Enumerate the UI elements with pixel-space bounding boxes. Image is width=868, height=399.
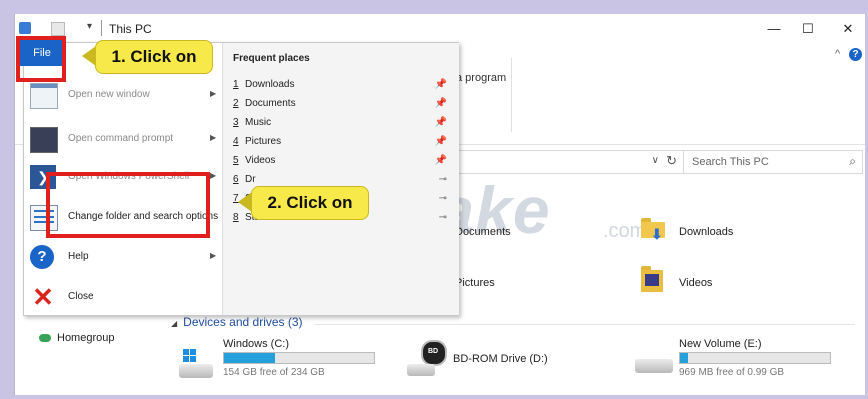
place-name: Music: [245, 117, 272, 128]
unpinned-icon[interactable]: ⊸: [439, 212, 447, 223]
pin-icon[interactable]: 📌: [435, 136, 447, 147]
window-title: This PC: [109, 22, 152, 36]
frequent-place-videos[interactable]: 5 Videos 📌: [233, 155, 453, 171]
place-number: 8: [233, 212, 239, 223]
drive-e-name[interactable]: New Volume (E:): [679, 338, 762, 350]
refresh-icon[interactable]: ↻: [666, 153, 677, 169]
place-number: 2: [233, 98, 239, 109]
command-prompt-icon: [30, 127, 58, 153]
bd-logo-icon: BD: [428, 348, 439, 355]
menu-item-open-command-prompt[interactable]: Open command prompt ▶: [24, 121, 222, 157]
drive-c-usage-bar: [223, 352, 375, 364]
watermark-suffix: .com: [603, 220, 647, 242]
submenu-arrow-icon: ▶: [210, 133, 217, 142]
explorer-app-icon: [19, 22, 31, 34]
help-icon[interactable]: ?: [849, 48, 862, 61]
devices-section-title: Devices and drives (3): [183, 315, 303, 329]
submenu-arrow-icon: ▶: [210, 251, 217, 260]
menu-label: Open new window: [68, 89, 150, 100]
drive-d-name[interactable]: BD-ROM Drive (D:): [453, 353, 548, 365]
pin-icon[interactable]: 📌: [435, 79, 447, 90]
folder-label-downloads[interactable]: Downloads: [679, 226, 733, 238]
navigation-pane: [15, 314, 165, 395]
highlight-box-file: [16, 36, 66, 82]
folder-label-pictures[interactable]: Pictures: [455, 277, 495, 289]
callout-pointer: [82, 46, 96, 66]
quick-access-dropdown-icon[interactable]: ▾: [87, 21, 92, 32]
videos-folder-icon[interactable]: [641, 266, 663, 292]
screenshot-frame: ▾ This PC — ☐ ✕ ^ ? a program ∨ ↻ Search…: [0, 0, 868, 399]
ribbon-collapse-icon[interactable]: ^: [835, 48, 840, 60]
folder-label-documents[interactable]: Documents: [455, 226, 511, 238]
unpinned-icon[interactable]: ⊸: [439, 174, 447, 185]
frequent-place-music[interactable]: 3 Music 📌: [233, 117, 453, 133]
ribbon-separator: [511, 58, 512, 132]
place-name: Pictures: [245, 136, 282, 147]
place-number: 5: [233, 155, 239, 166]
folder-label-videos[interactable]: Videos: [679, 277, 712, 289]
homegroup-label: Homegroup: [57, 332, 115, 344]
close-window-button[interactable]: ✕: [833, 18, 863, 40]
callout-step-1: 1. Click on: [95, 40, 213, 74]
drive-e-free-space: 969 MB free of 0.99 GB: [679, 367, 785, 378]
pin-icon[interactable]: 📌: [435, 117, 447, 128]
menu-label: Help: [68, 251, 89, 262]
highlight-box-folder-options: [46, 172, 210, 238]
nav-item-homegroup[interactable]: Homegroup: [39, 332, 114, 344]
place-number: 4: [233, 136, 239, 147]
search-icon[interactable]: ⌕: [849, 154, 856, 169]
drive-c-icon[interactable]: [179, 364, 213, 378]
drive-c-usage-fill: [224, 353, 275, 363]
frequent-place-pictures[interactable]: 4 Pictures 📌: [233, 136, 453, 152]
menu-label: Close: [68, 291, 94, 302]
callout-step-2: 2. Click on: [251, 186, 369, 220]
submenu-arrow-icon: ▶: [210, 171, 217, 180]
place-name: Documents: [245, 98, 296, 109]
place-number: 3: [233, 117, 239, 128]
section-divider: [315, 324, 855, 325]
maximize-button[interactable]: ☐: [793, 18, 823, 40]
search-placeholder: Search This PC: [692, 156, 769, 168]
collapse-arrow-icon[interactable]: ◢: [171, 319, 177, 328]
drive-c-name[interactable]: Windows (C:): [223, 338, 289, 350]
place-number: 1: [233, 79, 239, 90]
frequent-places-title: Frequent places: [233, 53, 310, 64]
place-name: Dr: [245, 174, 256, 185]
ribbon-uninstall-program-label[interactable]: a program: [456, 72, 506, 84]
unpinned-icon[interactable]: ⊸: [439, 193, 447, 204]
devices-section-header[interactable]: ◢ Devices and drives (3): [171, 315, 303, 329]
frequent-place-downloads[interactable]: 1 Downloads 📌: [233, 79, 453, 95]
drive-c-free-space: 154 GB free of 234 GB: [223, 367, 325, 378]
pin-icon[interactable]: 📌: [435, 98, 447, 109]
drive-e-usage-bar: [679, 352, 831, 364]
menu-item-help[interactable]: ? Help ▶: [24, 239, 222, 275]
menu-item-open-new-window[interactable]: Open new window ▶: [24, 77, 222, 113]
drive-e-icon[interactable]: [635, 359, 673, 373]
place-name: Videos: [245, 155, 276, 166]
frequent-places-panel: Frequent places 1 Downloads 📌 2 Documents 📌 …: [222, 43, 459, 315]
close-icon: ✕: [32, 282, 54, 312]
place-name: Downloads: [245, 79, 295, 90]
callout-pointer: [238, 192, 252, 212]
title-separator: [101, 20, 102, 36]
frequent-place-documents[interactable]: 2 Documents 📌: [233, 98, 453, 114]
new-window-icon: [30, 83, 58, 109]
downloads-folder-icon[interactable]: ⬇: [641, 218, 665, 242]
address-dropdown-icon[interactable]: ∨: [652, 155, 659, 166]
pin-icon[interactable]: 📌: [435, 155, 447, 166]
place-number: 6: [233, 174, 239, 185]
quick-access-properties-icon[interactable]: [51, 22, 65, 36]
drive-d-icon[interactable]: [407, 364, 435, 376]
menu-label: Open command prompt: [68, 133, 174, 144]
menu-item-close[interactable]: ✕ Close: [24, 279, 222, 315]
windows-logo-icon: [183, 349, 197, 363]
homegroup-icon: [39, 334, 51, 343]
address-bar[interactable]: ∨ ↻: [456, 150, 684, 174]
help-icon: ?: [30, 245, 54, 269]
search-input[interactable]: Search This PC ⌕: [683, 150, 863, 174]
minimize-button[interactable]: —: [759, 18, 789, 40]
submenu-arrow-icon: ▶: [210, 89, 217, 98]
drive-e-usage-fill: [680, 353, 688, 363]
